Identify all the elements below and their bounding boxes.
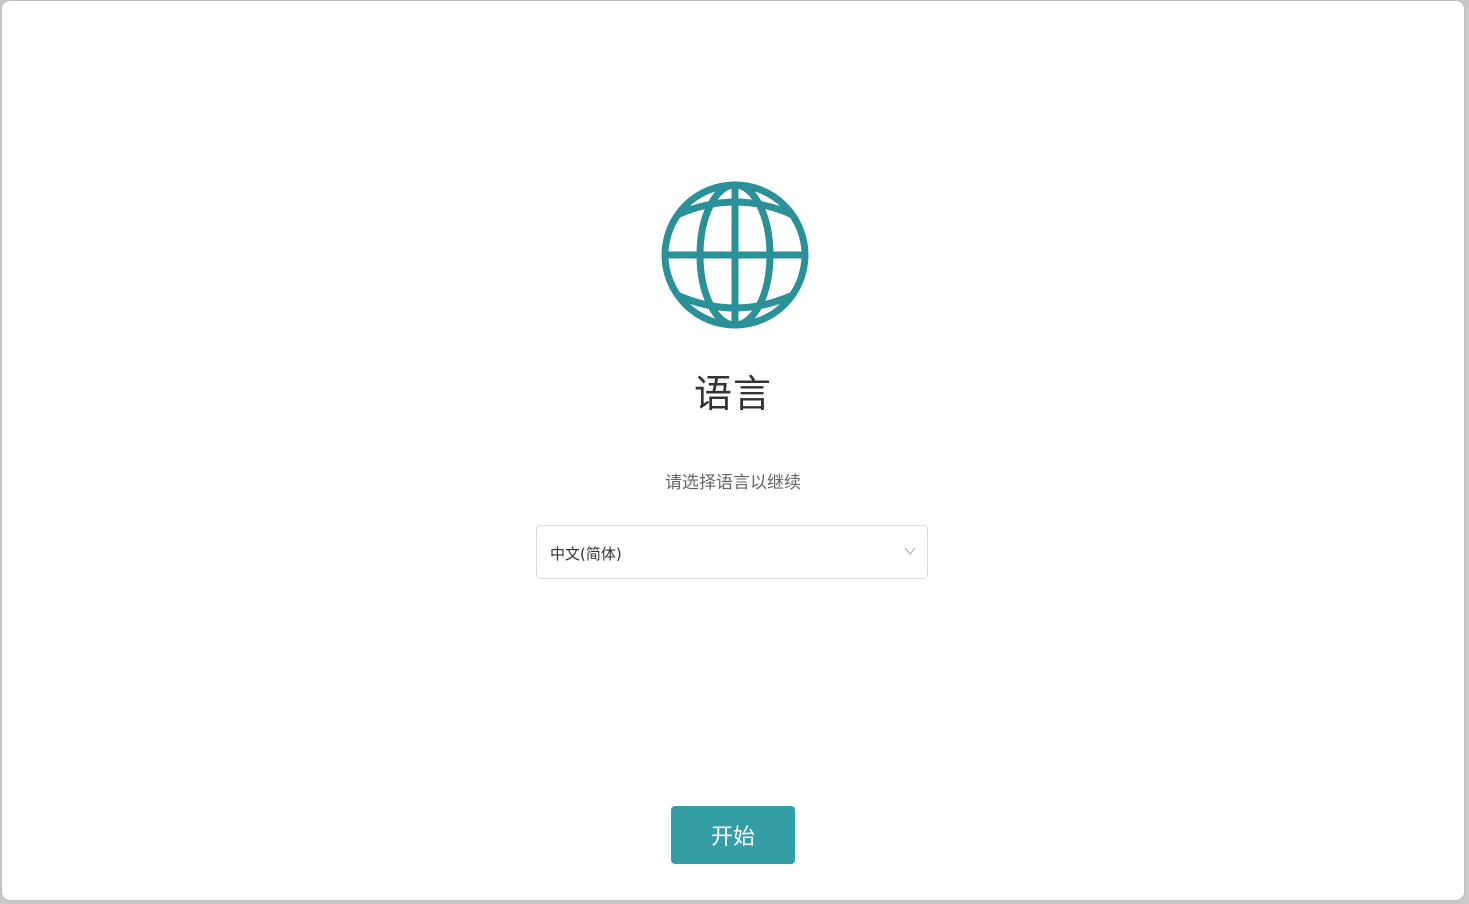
start-button[interactable]: 开始 [671,806,795,864]
language-select-value: 中文(简体) [550,545,622,563]
page-title: 语言 [693,372,772,416]
language-setup-window: 语言 请选择语言以继续 中文(简体) 开始 [2,1,1464,900]
page-subtitle: 请选择语言以继续 [665,473,801,493]
language-select[interactable]: 中文(简体) [536,525,928,579]
chevron-down-icon [904,547,916,555]
globe-icon [661,181,809,329]
